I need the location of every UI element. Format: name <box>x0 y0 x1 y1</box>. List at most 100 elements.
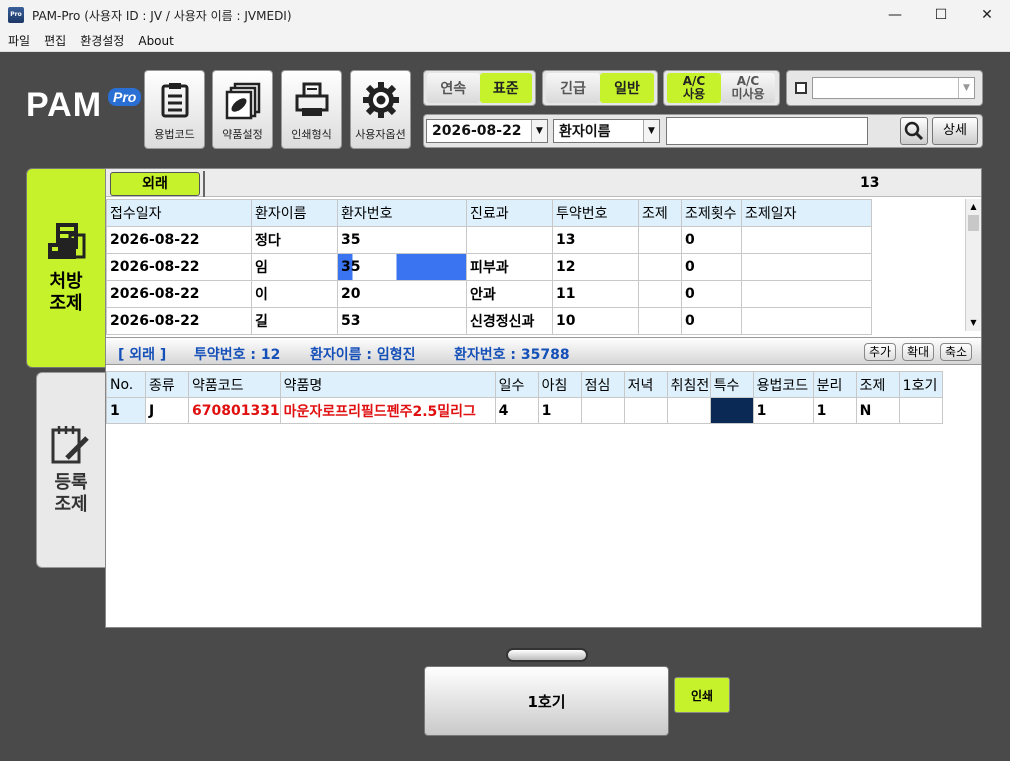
column-header[interactable]: 아침 <box>537 371 582 398</box>
expand-button[interactable]: 확대 <box>902 343 934 361</box>
menu-file[interactable]: 파일 <box>8 32 30 49</box>
cell-dispense <box>638 307 682 335</box>
cell-lunch <box>580 397 625 424</box>
column-header[interactable]: 용법코드 <box>752 371 814 398</box>
chevron-down-icon: ▼ <box>643 120 659 142</box>
table-row[interactable]: 2026-08-22 이 20 안과 11 0 <box>106 280 872 308</box>
info-patient-name: 환자이름 : 임형진 <box>310 347 416 363</box>
search-field-select[interactable]: 환자이름 ▼ <box>553 119 660 143</box>
detail-button[interactable]: 상세 <box>932 117 978 145</box>
cell-patient-name: 정다 <box>251 226 338 254</box>
logo-badge: Pro <box>108 88 142 106</box>
column-header[interactable]: 분리 <box>812 371 857 398</box>
cell-dosage-no: 12 <box>552 253 639 281</box>
prescription-table: 접수일자 환자이름 환자번호 진료과 투약번호 조제 조제횟수 조제일자 202… <box>106 199 872 335</box>
drug-settings-button[interactable]: 약품설정 <box>212 70 273 149</box>
search-button[interactable] <box>900 117 928 145</box>
menu-edit[interactable]: 편집 <box>44 32 66 49</box>
tab-outpatient[interactable]: 외래 <box>110 172 200 196</box>
user-options-button[interactable]: 사용자옵션 <box>350 70 411 149</box>
column-header[interactable]: 저녁 <box>623 371 668 398</box>
cell-separate: 1 <box>812 397 857 424</box>
cell-date: 2026-08-22 <box>106 280 252 308</box>
column-header[interactable]: 투약번호 <box>552 199 639 227</box>
column-header[interactable]: 조제일자 <box>741 199 872 227</box>
cell-dispense-count: 0 <box>681 226 742 254</box>
print-button[interactable]: 인쇄 <box>674 677 730 713</box>
cell-patient-name: 이 <box>251 280 338 308</box>
column-header[interactable]: 점심 <box>580 371 625 398</box>
machine-checkbox[interactable] <box>795 82 807 94</box>
column-header[interactable]: 진료과 <box>466 199 553 227</box>
print-format-button[interactable]: 인쇄형식 <box>281 70 342 149</box>
table-scrollbar[interactable]: ▲ ▼ <box>965 199 981 331</box>
machine-1-button[interactable]: 1호기 <box>424 666 669 736</box>
urgent-button[interactable]: 긴급 <box>546 73 600 103</box>
dosage-code-button[interactable]: 용법코드 <box>144 70 205 149</box>
cell-special[interactable] <box>709 397 754 424</box>
scroll-down-icon[interactable]: ▼ <box>966 315 981 331</box>
table-header-row: No. 종류 약품코드 약품명 일수 아침 점심 저녁 취침전 특수 용법코드 … <box>106 371 943 398</box>
menu-about[interactable]: About <box>138 34 173 48</box>
side-tab-register-line2: 조제 <box>54 494 88 515</box>
maximize-button[interactable]: ☐ <box>918 0 964 30</box>
column-header[interactable]: 조제 <box>855 371 900 398</box>
cell-patient-no: 53 <box>337 307 467 335</box>
printer-icon <box>295 82 328 116</box>
cell-date: 2026-08-22 <box>106 253 252 281</box>
table-row[interactable]: 1 J 670801331 마운자로프리필드펜주2.5밀리그 4 1 1 1 N <box>106 397 943 424</box>
side-tab-prescription-line2: 조제 <box>49 293 83 314</box>
cell-type: J <box>145 397 189 424</box>
minimize-button[interactable]: — <box>872 0 918 30</box>
column-header[interactable]: 조제횟수 <box>681 199 742 227</box>
cell-bedtime <box>666 397 711 424</box>
ac-use-button[interactable]: A/C 사용 <box>667 73 721 103</box>
machine-dropdown[interactable]: ▼ <box>812 77 975 99</box>
urgency-toggle: 긴급 일반 <box>542 70 658 106</box>
table-row[interactable]: 2026-08-22 임 35 피부과 12 0 <box>106 253 872 281</box>
cell-dispense-count: 0 <box>681 307 742 335</box>
date-picker[interactable]: 2026-08-22 ▼ <box>426 119 548 143</box>
continuous-mode-button[interactable]: 연속 <box>427 73 480 103</box>
column-header[interactable]: No. <box>106 371 146 398</box>
table-row[interactable]: 2026-08-22 정다 35 13 0 <box>106 226 872 254</box>
ac-toggle: A/C 사용 A/C 미사용 <box>663 70 780 106</box>
scroll-thumb[interactable] <box>968 215 979 231</box>
cell-dispense-count: 0 <box>681 280 742 308</box>
column-header[interactable]: 조제 <box>638 199 682 227</box>
cell-patient-name: 임 <box>251 253 338 281</box>
side-tab-register[interactable]: 등록 조제 <box>36 372 106 568</box>
shrink-button[interactable]: 축소 <box>940 343 972 361</box>
cell-dosage-no: 10 <box>552 307 639 335</box>
normal-button[interactable]: 일반 <box>600 73 654 103</box>
search-field-value: 환자이름 <box>559 124 611 140</box>
column-header[interactable]: 종류 <box>145 371 189 398</box>
standard-mode-button[interactable]: 표준 <box>479 73 532 103</box>
table-row[interactable]: 2026-08-22 길 53 신경정신과 10 0 <box>106 307 872 335</box>
column-header[interactable]: 약품명 <box>279 371 496 398</box>
menu-bar: 파일 편집 환경설정 About <box>0 30 1010 52</box>
cell-date: 2026-08-22 <box>106 226 252 254</box>
column-header[interactable]: 특수 <box>709 371 754 398</box>
column-header[interactable]: 1호기 <box>898 371 943 398</box>
menu-settings[interactable]: 환경설정 <box>80 32 124 49</box>
column-header[interactable]: 환자번호 <box>337 199 467 227</box>
panel-resize-handle[interactable] <box>506 648 588 662</box>
close-button[interactable]: ✕ <box>964 0 1010 30</box>
column-header[interactable]: 약품코드 <box>188 371 281 398</box>
cell-department: 피부과 <box>466 253 553 281</box>
side-tab-register-line1: 등록 <box>54 472 88 493</box>
logo-text: PAM <box>26 86 103 124</box>
cell-department: 안과 <box>466 280 553 308</box>
add-button[interactable]: 추가 <box>864 343 896 361</box>
search-input[interactable] <box>666 117 868 145</box>
cell-dosage-no: 13 <box>552 226 639 254</box>
column-header[interactable]: 취침전 <box>666 371 711 398</box>
column-header[interactable]: 접수일자 <box>106 199 252 227</box>
column-header[interactable]: 일수 <box>494 371 539 398</box>
side-tab-prescription[interactable]: 처방 조제 <box>26 168 106 368</box>
column-header[interactable]: 환자이름 <box>251 199 338 227</box>
scroll-up-icon[interactable]: ▲ <box>966 199 981 215</box>
ac-nouse-button[interactable]: A/C 미사용 <box>721 73 775 103</box>
pharmacy-machine-icon <box>48 223 86 259</box>
